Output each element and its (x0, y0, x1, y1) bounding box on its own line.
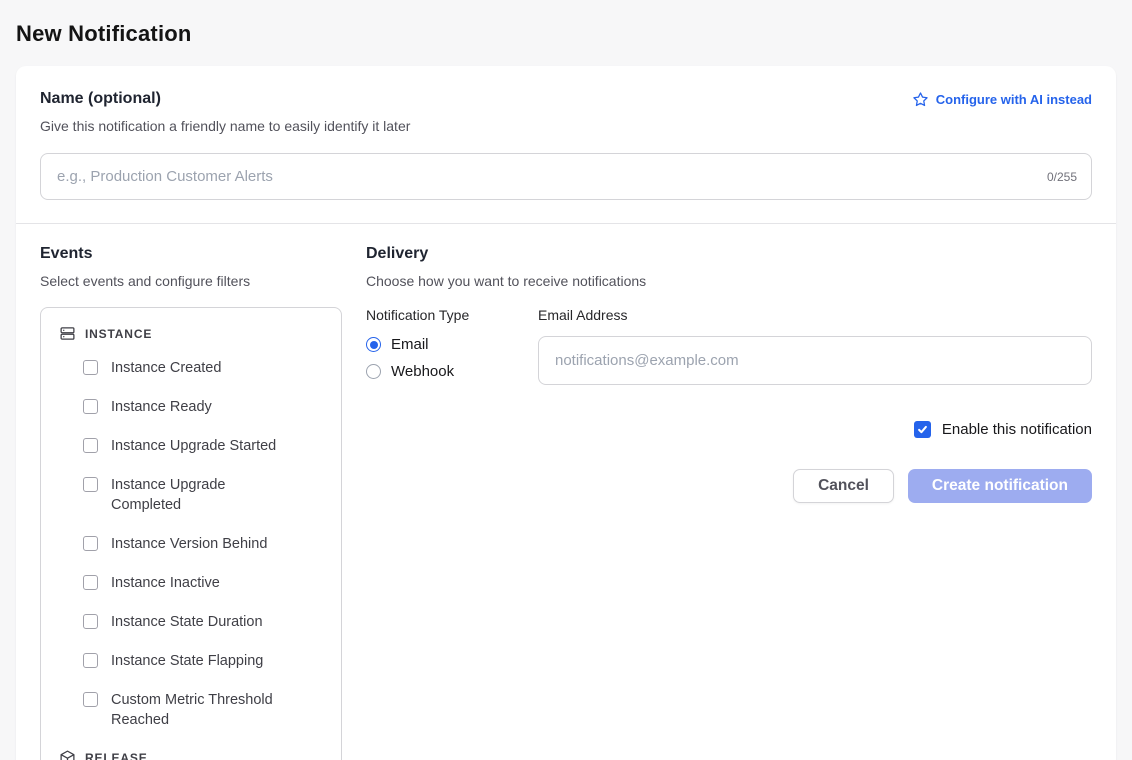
event-item-label: Instance Upgrade Started (111, 436, 276, 456)
event-item-instance-inactive[interactable]: Instance Inactive (57, 573, 325, 593)
configure-with-ai-link[interactable]: Configure with AI instead (912, 91, 1092, 108)
radio-option-email[interactable]: Email (366, 336, 514, 353)
checkbox-checked[interactable] (914, 421, 931, 438)
events-column: Events Select events and configure filte… (40, 245, 342, 760)
event-item-instance-upgrade-completed[interactable]: Instance Upgrade Completed (57, 475, 325, 515)
page-header: New Notification (0, 0, 1132, 66)
enable-notification-row[interactable]: Enable this notification (366, 421, 1092, 438)
event-item-instance-state-flapping[interactable]: Instance State Flapping (57, 651, 325, 671)
event-item-instance-ready[interactable]: Instance Ready (57, 397, 325, 417)
delivery-subtitle: Choose how you want to receive notificat… (366, 273, 1092, 289)
event-item-instance-upgrade-started[interactable]: Instance Upgrade Started (57, 436, 325, 456)
event-item-label: Instance Inactive (111, 573, 220, 593)
radio-unselected-icon[interactable] (366, 364, 381, 379)
notification-type-label: Notification Type (366, 307, 514, 323)
event-group-label: RELEASE (85, 751, 148, 760)
event-item-instance-state-duration[interactable]: Instance State Duration (57, 612, 325, 632)
checkbox-unchecked[interactable] (83, 360, 98, 375)
radio-selected-icon[interactable] (366, 337, 381, 352)
checkbox-unchecked[interactable] (83, 399, 98, 414)
create-notification-button[interactable]: Create notification (908, 469, 1092, 503)
checkbox-unchecked[interactable] (83, 477, 98, 492)
section-divider (16, 223, 1116, 224)
package-icon (59, 749, 76, 760)
event-item-instance-version-behind[interactable]: Instance Version Behind (57, 534, 325, 554)
events-subtitle: Select events and configure filters (40, 273, 342, 289)
events-title: Events (40, 245, 342, 263)
new-notification-card: Name (optional) Configure with AI instea… (16, 66, 1116, 760)
name-section-subtitle: Give this notification a friendly name t… (40, 118, 1092, 134)
event-item-label: Custom Metric Threshold Reached (111, 690, 283, 730)
event-item-label: Instance Version Behind (111, 534, 267, 554)
server-icon (59, 325, 76, 342)
form-actions: Cancel Create notification (366, 469, 1092, 503)
enable-notification-label: Enable this notification (942, 421, 1092, 438)
name-section-title: Name (optional) (40, 90, 161, 108)
email-address-group: Email Address (538, 307, 1092, 390)
event-item-custom-metric-threshold[interactable]: Custom Metric Threshold Reached (57, 690, 325, 730)
email-address-input[interactable] (538, 336, 1092, 385)
notification-type-group: Notification Type Email Webhook (366, 307, 514, 390)
notification-name-input[interactable] (40, 153, 1092, 200)
event-item-label: Instance Upgrade Completed (111, 475, 283, 515)
event-group-header-instance: INSTANCE (59, 325, 325, 342)
event-group-header-release: RELEASE (59, 749, 325, 760)
event-item-label: Instance State Duration (111, 612, 263, 632)
checkbox-unchecked[interactable] (83, 614, 98, 629)
checkbox-unchecked[interactable] (83, 438, 98, 453)
configure-with-ai-label: Configure with AI instead (936, 92, 1092, 107)
events-list: INSTANCE Instance Created Instance Ready… (40, 307, 342, 760)
radio-option-label: Webhook (391, 363, 454, 380)
delivery-title: Delivery (366, 245, 1092, 263)
email-address-label: Email Address (538, 307, 1092, 323)
radio-option-webhook[interactable]: Webhook (366, 363, 514, 380)
checkbox-unchecked[interactable] (83, 575, 98, 590)
event-group-label: INSTANCE (85, 327, 152, 341)
delivery-column: Delivery Choose how you want to receive … (366, 245, 1092, 760)
checkbox-unchecked[interactable] (83, 536, 98, 551)
star-icon (912, 91, 929, 108)
char-counter: 0/255 (1047, 170, 1077, 184)
checkbox-unchecked[interactable] (83, 692, 98, 707)
event-item-label: Instance Created (111, 358, 221, 378)
event-item-label: Instance Ready (111, 397, 212, 417)
radio-option-label: Email (391, 336, 429, 353)
cancel-button[interactable]: Cancel (793, 469, 894, 503)
page-title: New Notification (16, 21, 1116, 47)
event-item-instance-created[interactable]: Instance Created (57, 358, 325, 378)
name-section-header: Name (optional) Configure with AI instea… (40, 90, 1092, 108)
event-item-label: Instance State Flapping (111, 651, 263, 671)
name-input-wrap: 0/255 (40, 153, 1092, 200)
checkbox-unchecked[interactable] (83, 653, 98, 668)
